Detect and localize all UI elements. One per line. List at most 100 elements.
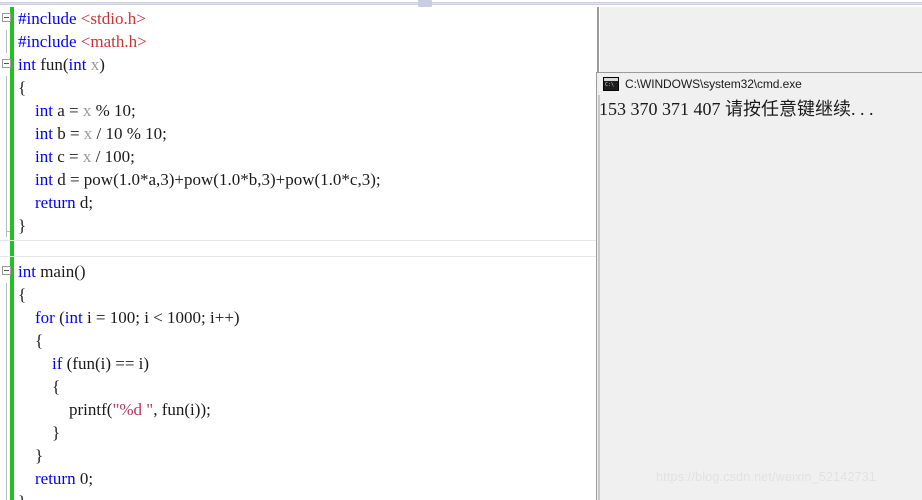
code-line[interactable]: } [0, 421, 600, 444]
fold-guide-line [6, 99, 7, 122]
collapse-minus-icon[interactable] [2, 13, 11, 22]
code-line[interactable]: for (int i = 100; i < 1000; i++) [0, 306, 600, 329]
splitter-bar[interactable] [0, 2, 922, 5]
code-token-plain: i = 100; i < 1000; i++) [82, 308, 240, 327]
fold-guide-line [6, 375, 7, 398]
code-token-plain: } [18, 423, 61, 442]
code-token-kw: int [35, 170, 53, 189]
code-token-plain: d = pow(1.0*a,3)+pow(1.0*b,3)+pow(1.0*c,… [52, 170, 381, 189]
code-editor-pane[interactable]: #include <stdio.h> #include <math.h> int f… [0, 7, 600, 500]
code-token-kw: int [35, 124, 53, 143]
code-token-plain: ) [99, 55, 105, 74]
code-line[interactable]: } [0, 444, 600, 467]
console-output-area[interactable]: 153 370 371 407 请按任意键继续. . . [597, 95, 922, 121]
code-line[interactable]: int a = x % 10; [0, 99, 600, 122]
code-token-plain: } [18, 446, 44, 465]
code-text[interactable]: #include <stdio.h> #include <math.h> int f… [0, 7, 600, 500]
code-token-inc: #include [18, 9, 77, 28]
code-token-kw: return [35, 469, 76, 488]
console-window-icon [603, 77, 619, 91]
code-token-plain: printf( [18, 400, 113, 419]
console-left-edge [598, 95, 600, 500]
code-token-kw: int [35, 101, 53, 120]
code-line[interactable]: } [0, 490, 600, 500]
code-line[interactable]: printf("%d ", fun(i)); [0, 398, 600, 421]
code-token-kw: int [68, 55, 87, 74]
fold-guide-line [6, 122, 7, 145]
code-token-plain: { [18, 78, 27, 97]
fold-guide-line [6, 191, 7, 214]
code-line[interactable]: #include <stdio.h> [0, 7, 600, 30]
code-line[interactable]: { [0, 375, 600, 398]
code-token-plain: c = [52, 147, 83, 166]
code-token-plain: (fun(i) == i) [62, 354, 150, 373]
fold-guide-line [6, 467, 7, 490]
separator-line-bottom [0, 256, 600, 257]
code-token-plain: 0; [75, 469, 94, 488]
fold-guide-line [6, 283, 7, 306]
collapse-minus-icon[interactable] [2, 266, 11, 275]
screenshot-root: #include <stdio.h> #include <math.h> int f… [0, 0, 922, 500]
code-token-plain: b = [52, 124, 84, 143]
fold-guide-line [6, 352, 7, 375]
code-line[interactable]: { [0, 329, 600, 352]
code-token-plain: / 100; [91, 147, 135, 166]
fold-guide-line [6, 444, 7, 467]
code-token-kw: int [64, 308, 83, 327]
splitter-grip[interactable] [418, 0, 432, 7]
code-line[interactable]: #include <math.h> [0, 30, 600, 53]
code-token-kw: return [35, 193, 76, 212]
code-token-plain: { [18, 377, 61, 396]
fold-guide-line [6, 76, 7, 99]
code-token-kw: int [18, 55, 36, 74]
code-token-kw: int [35, 147, 53, 166]
code-line[interactable]: { [0, 283, 600, 306]
code-line[interactable]: int fun(int x) [0, 53, 600, 76]
code-token-plain: ( [54, 308, 65, 327]
fold-guide-line [6, 306, 7, 329]
code-token-plain: a = [52, 101, 83, 120]
fold-guide-line [6, 168, 7, 191]
code-token-param: x [90, 55, 100, 74]
code-line[interactable]: { [0, 76, 600, 99]
code-token-plain: } [18, 216, 27, 235]
code-token-plain: d; [75, 193, 94, 212]
code-token-plain: fun( [35, 55, 69, 74]
code-token-kw: if [52, 354, 63, 373]
code-line[interactable]: } [0, 214, 600, 237]
code-line[interactable]: if (fun(i) == i) [0, 352, 600, 375]
console-title-bar[interactable]: C:\WINDOWS\system32\cmd.exe [597, 73, 922, 95]
code-line[interactable]: return d; [0, 191, 600, 214]
fold-guide-line [6, 214, 10, 237]
code-token-plain: main() [35, 262, 86, 281]
code-token-plain: % 10; [91, 101, 136, 120]
collapse-minus-icon[interactable] [2, 59, 11, 68]
code-line[interactable]: int main() [0, 260, 600, 283]
code-token-hdr: <stdio.h> [80, 9, 146, 28]
fold-guide-line [6, 490, 7, 500]
code-token-kw: int [18, 262, 36, 281]
code-line[interactable]: return 0; [0, 467, 600, 490]
code-token-plain: / 10 % 10; [92, 124, 167, 143]
code-line[interactable]: int c = x / 100; [0, 145, 600, 168]
fold-guide-line [6, 145, 7, 168]
code-token-hdr: <math.h> [80, 32, 147, 51]
console-title-text: C:\WINDOWS\system32\cmd.exe [625, 77, 802, 91]
code-line[interactable]: int d = pow(1.0*a,3)+pow(1.0*b,3)+pow(1.… [0, 168, 600, 191]
code-line[interactable]: int b = x / 10 % 10; [0, 122, 600, 145]
code-region-separator [0, 237, 600, 260]
fold-guide-line [6, 421, 7, 444]
separator-line-top [0, 240, 600, 241]
pane-splitter[interactable] [0, 0, 922, 7]
code-token-plain: , fun(i)); [153, 400, 211, 419]
code-token-plain: { [18, 331, 44, 350]
code-token-plain: } [18, 492, 26, 500]
code-token-kw: for [35, 308, 55, 327]
code-token-str: "%d " [112, 400, 154, 419]
code-token-inc: #include [18, 32, 77, 51]
command-prompt-window[interactable]: C:\WINDOWS\system32\cmd.exe 153 370 371 … [596, 72, 922, 500]
